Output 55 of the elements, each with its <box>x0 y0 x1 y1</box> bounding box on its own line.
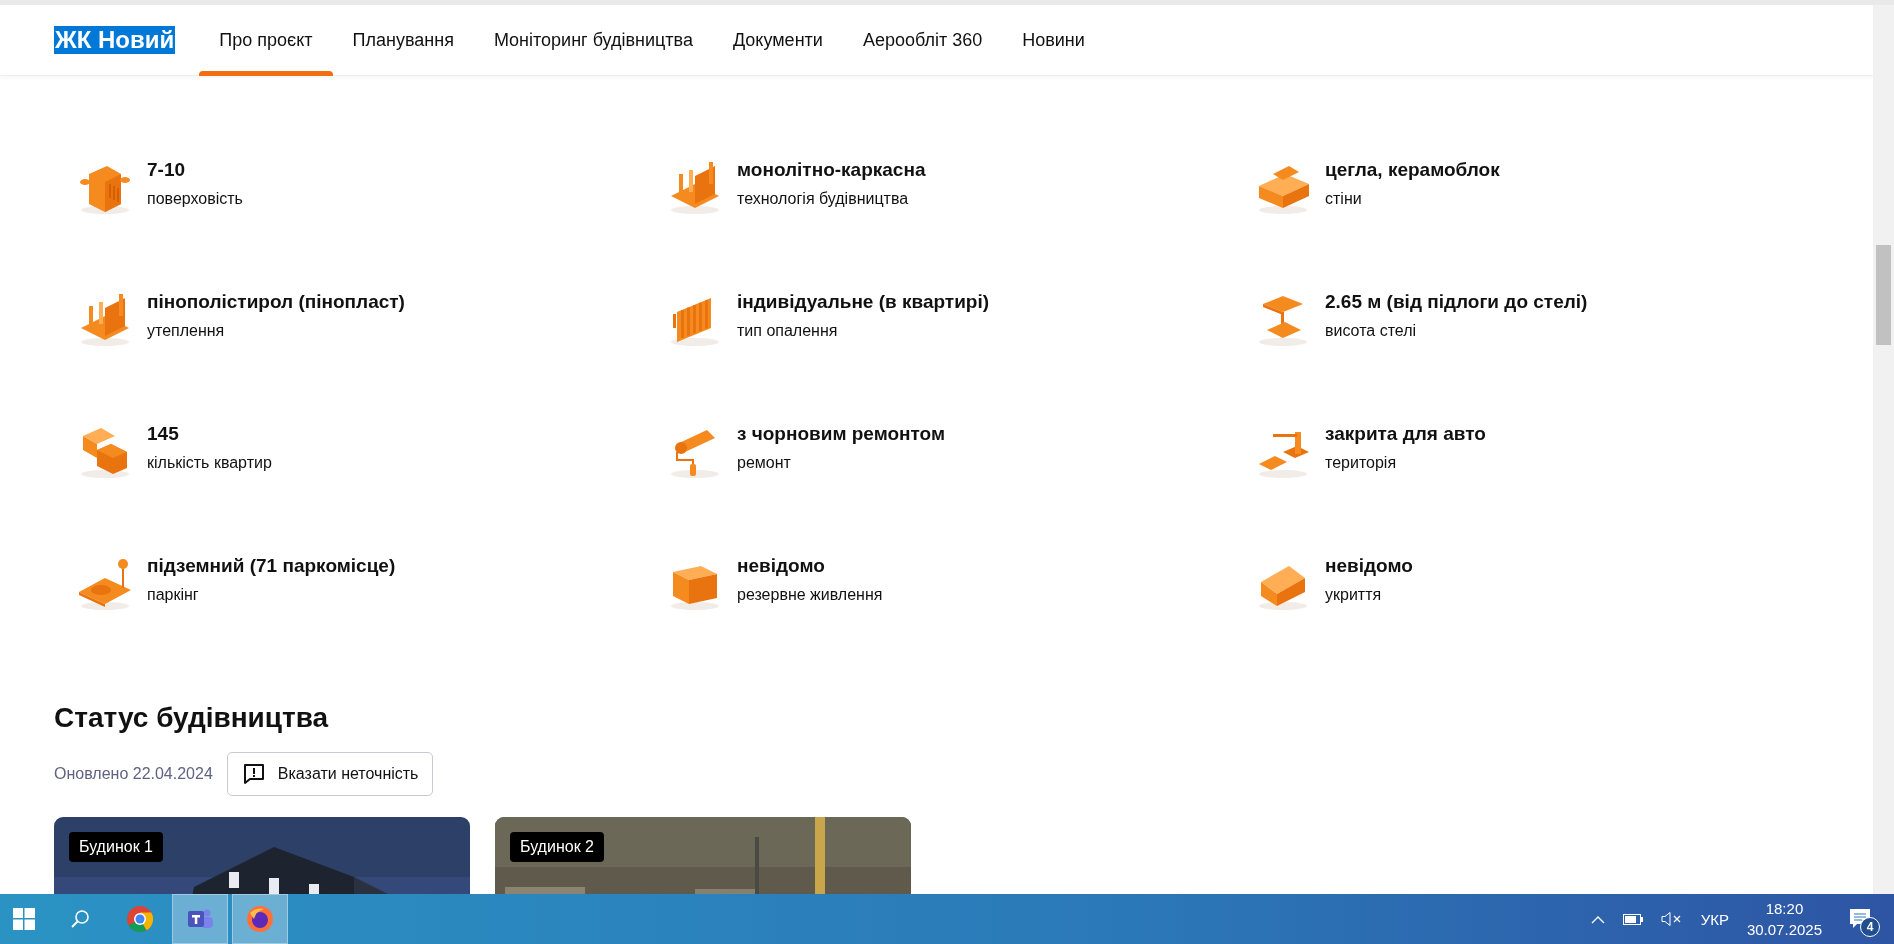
feature-value: цегла, керамоблок <box>1325 159 1500 181</box>
feature-label: паркінг <box>147 586 200 604</box>
feature-label: укриття <box>1325 586 1383 604</box>
nav-tab[interactable]: Про проєкт <box>199 5 333 75</box>
building-card[interactable]: Будинок 2 <box>495 817 911 894</box>
speaker-muted-icon[interactable] <box>1660 912 1683 926</box>
feature-value: з чорновим ремонтом <box>737 423 946 445</box>
nav-tab[interactable]: Новини <box>1002 5 1105 75</box>
feature-value: закрита для авто <box>1325 423 1486 445</box>
feature-label: ремонт <box>737 454 792 472</box>
feature-label: висота стелі <box>1325 322 1418 340</box>
feature-value: 2.65 м (від підлоги до стелі) <box>1325 291 1588 313</box>
feature-value: підземний (71 паркомісце) <box>147 555 396 577</box>
comment-alert-icon <box>241 762 266 786</box>
language-indicator[interactable]: УКР <box>1700 910 1729 928</box>
feature-value: 145 <box>147 423 180 445</box>
card-label: Будинок 2 <box>510 832 604 862</box>
feature-label: поверховість <box>147 190 243 208</box>
card-label: Будинок 1 <box>69 832 163 862</box>
feature-label: утеплення <box>147 322 226 340</box>
feature-label: кількість квартир <box>147 454 272 472</box>
feature-label: технологія будівництва <box>737 190 910 208</box>
search-icon <box>69 908 91 930</box>
section-title: Статус будівництва <box>54 702 329 734</box>
clock-date[interactable]: 30.07.2025 <box>1746 921 1822 938</box>
notifications-button[interactable]: 4 <box>1840 899 1880 939</box>
scrollbar[interactable] <box>1873 5 1894 894</box>
taskbar-app[interactable] <box>232 894 288 944</box>
windows-icon <box>13 908 35 930</box>
clock-time[interactable]: 18:20 <box>1765 900 1804 917</box>
chevron-up-icon[interactable] <box>1590 914 1605 924</box>
building-card[interactable]: Будинок 1 <box>54 817 470 894</box>
notification-count: 4 <box>1860 917 1880 937</box>
feature-label: тип опалення <box>737 322 839 340</box>
scrollbar-thumb[interactable] <box>1876 245 1891 345</box>
site-logo[interactable]: ЖК Новий <box>54 26 176 54</box>
feature-value: невідомо <box>737 555 826 577</box>
feature-value: 7-10 <box>147 159 187 181</box>
feature-value: пінополістирол (пінопласт) <box>147 291 405 313</box>
feature-label: стіни <box>1325 190 1363 208</box>
nav-tab[interactable]: Аерообліт 360 <box>842 5 1003 75</box>
feature-value: індивідуальне (в квартирі) <box>737 291 990 313</box>
nav-tab[interactable]: Документи <box>712 5 843 75</box>
feature-value: монолітно-каркасна <box>737 159 926 181</box>
nav-tab[interactable]: Моніторинг будівництва <box>473 5 713 75</box>
feature-value: невідомо <box>1325 555 1413 577</box>
updated-date: Оновлено 22.04.2024 <box>54 765 213 783</box>
feature-label: резервне живлення <box>737 586 883 604</box>
nav-tab[interactable]: Планування <box>332 5 474 75</box>
taskbar-app[interactable] <box>172 894 228 944</box>
battery-icon[interactable] <box>1622 913 1643 925</box>
feature-label: територія <box>1325 454 1398 472</box>
firefox-icon <box>246 905 274 933</box>
report-button[interactable]: Вказати неточність <box>226 752 434 796</box>
chrome-icon <box>126 905 154 933</box>
